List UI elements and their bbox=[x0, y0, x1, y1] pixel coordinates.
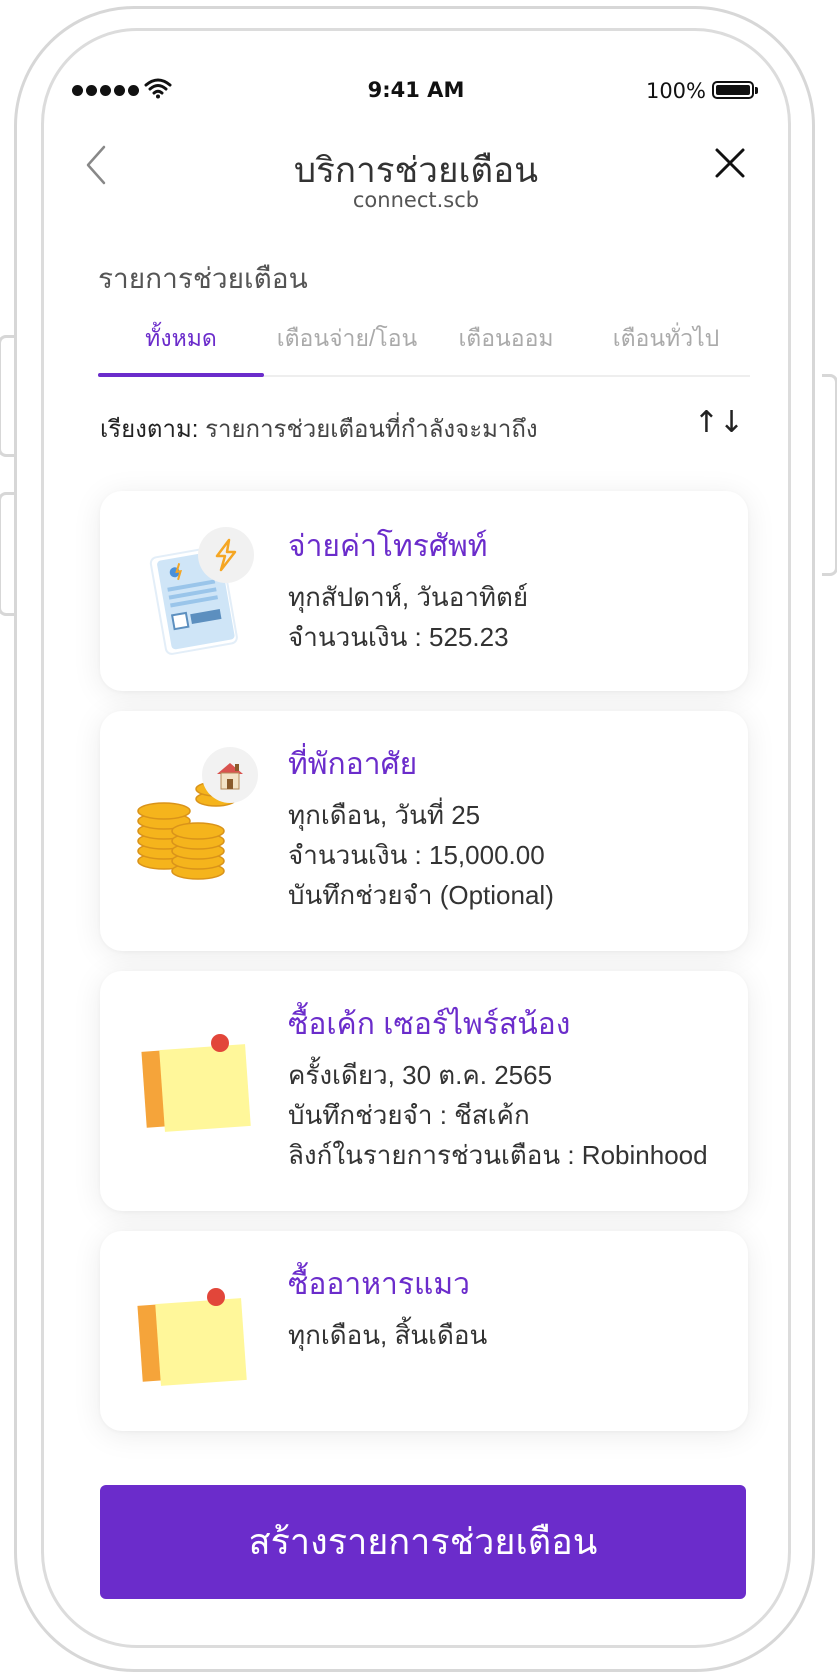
section-title: รายการช่วยเตือน bbox=[98, 263, 308, 294]
reminder-amount: จำนวนเงิน : 525.23 bbox=[288, 622, 509, 652]
status-bar: 9:41 AM 100% bbox=[44, 31, 788, 103]
create-reminder-button[interactable]: สร้างรายการช่วยเตือน bbox=[100, 1485, 746, 1599]
tab-active-indicator bbox=[98, 373, 264, 377]
reminder-amount: จำนวนเงิน : 15,000.00 bbox=[288, 840, 545, 870]
reminder-schedule: ทุกเดือน, วันที่ 25 bbox=[288, 800, 481, 830]
reminder-title: ที่พักอาศัย bbox=[288, 748, 418, 781]
tab-all[interactable]: ทั้งหมด bbox=[98, 315, 264, 373]
volume-down-button bbox=[0, 492, 14, 616]
tab-payment[interactable]: เตือนจ่าย/โอน bbox=[264, 315, 430, 373]
reminder-card[interactable]: ซื้อเค้ก เซอร์ไพร์สน้อง ครั้งเดียว, 30 ต… bbox=[100, 971, 748, 1211]
sort-arrows-icon[interactable]: ↑↓ bbox=[694, 405, 744, 440]
reminder-card[interactable]: ที่พักอาศัย ทุกเดือน, วันที่ 25 จำนวนเงิ… bbox=[100, 711, 748, 951]
house-icon bbox=[202, 747, 258, 803]
reminder-details: ซื้ออาหารแมว ทุกเดือน, สิ้นเดือน bbox=[288, 1261, 732, 1358]
power-button bbox=[822, 374, 837, 576]
reminder-title: ซื้ออาหารแมว bbox=[288, 1268, 470, 1301]
close-icon[interactable] bbox=[714, 147, 746, 179]
bill-icon bbox=[136, 527, 256, 655]
page-subtitle: connect.scb bbox=[352, 188, 480, 212]
volume-up-button bbox=[0, 335, 14, 457]
sticky-note-icon bbox=[136, 1281, 256, 1401]
reminder-note: บันทึกช่วยจำ : ชีสเค้ก bbox=[288, 1100, 530, 1130]
battery-percent: 100% bbox=[645, 79, 706, 103]
reminder-note: บันทึกช่วยจำ (Optional) bbox=[288, 880, 554, 910]
reminder-link: ลิงก์ในรายการช่วนเตือน : Robinhood bbox=[288, 1140, 708, 1170]
lightning-icon bbox=[198, 527, 254, 583]
tab-savings[interactable]: เตือนออม bbox=[430, 315, 582, 373]
reminder-card[interactable]: จ่ายค่าโทรศัพท์ ทุกสัปดาห์, วันอาทิตย์ จ… bbox=[100, 491, 748, 691]
tab-general[interactable]: เตือนทั่วไป bbox=[582, 315, 750, 373]
reminder-card[interactable]: ซื้ออาหารแมว ทุกเดือน, สิ้นเดือน bbox=[100, 1231, 748, 1431]
reminder-title: ซื้อเค้ก เซอร์ไพร์สน้อง bbox=[288, 1008, 571, 1041]
sort-label: เรียงตาม: รายการช่วยเตือนที่กำลังจะมาถึง bbox=[100, 409, 538, 448]
tab-bar: ทั้งหมด เตือนจ่าย/โอน เตือนออม เตือนทั่ว… bbox=[98, 315, 750, 377]
screen: 9:41 AM 100% บริการช่วยเตือน connect.scb… bbox=[41, 28, 791, 1648]
reminder-details: ที่พักอาศัย ทุกเดือน, วันที่ 25 จำนวนเงิ… bbox=[288, 741, 732, 918]
reminder-schedule: ทุกสัปดาห์, วันอาทิตย์ bbox=[288, 582, 529, 612]
sort-prefix: เรียงตาม: bbox=[100, 416, 199, 443]
reminder-details: ซื้อเค้ก เซอร์ไพร์สน้อง ครั้งเดียว, 30 ต… bbox=[288, 1001, 732, 1178]
sticky-note-icon bbox=[136, 1023, 256, 1143]
battery-icon bbox=[712, 81, 758, 99]
reminder-schedule: ครั้งเดียว, 30 ต.ค. 2565 bbox=[288, 1060, 553, 1090]
reminder-details: จ่ายค่าโทรศัพท์ ทุกสัปดาห์, วันอาทิตย์ จ… bbox=[288, 523, 732, 660]
reminder-title: จ่ายค่าโทรศัพท์ bbox=[288, 530, 488, 563]
coins-icon bbox=[136, 747, 258, 881]
reminder-schedule: ทุกเดือน, สิ้นเดือน bbox=[288, 1320, 488, 1350]
sort-value: รายการช่วยเตือนที่กำลังจะมาถึง bbox=[205, 416, 538, 443]
